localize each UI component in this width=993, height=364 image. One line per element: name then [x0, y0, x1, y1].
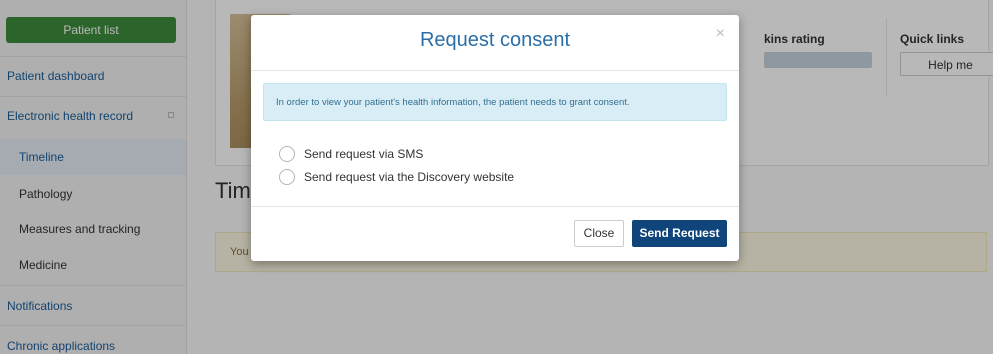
info-alert: In order to view your patient's health i… [263, 83, 727, 121]
option-label: Send request via the Discovery website [304, 170, 515, 184]
option-label: Send request via SMS [304, 147, 424, 161]
modal-title: Request consent [419, 29, 571, 51]
radio-button[interactable] [279, 146, 295, 162]
modal-header: Request consent × [251, 15, 739, 71]
close-icon[interactable]: × [716, 25, 725, 43]
radio-button[interactable] [279, 169, 295, 185]
request-consent-modal: Request consent × In order to view your … [251, 15, 739, 261]
close-button[interactable]: Close [574, 220, 624, 247]
modal-footer: Close Send Request [251, 206, 739, 262]
info-text: In order to view your patient's health i… [276, 97, 630, 108]
send-request-button[interactable]: Send Request [632, 220, 727, 247]
